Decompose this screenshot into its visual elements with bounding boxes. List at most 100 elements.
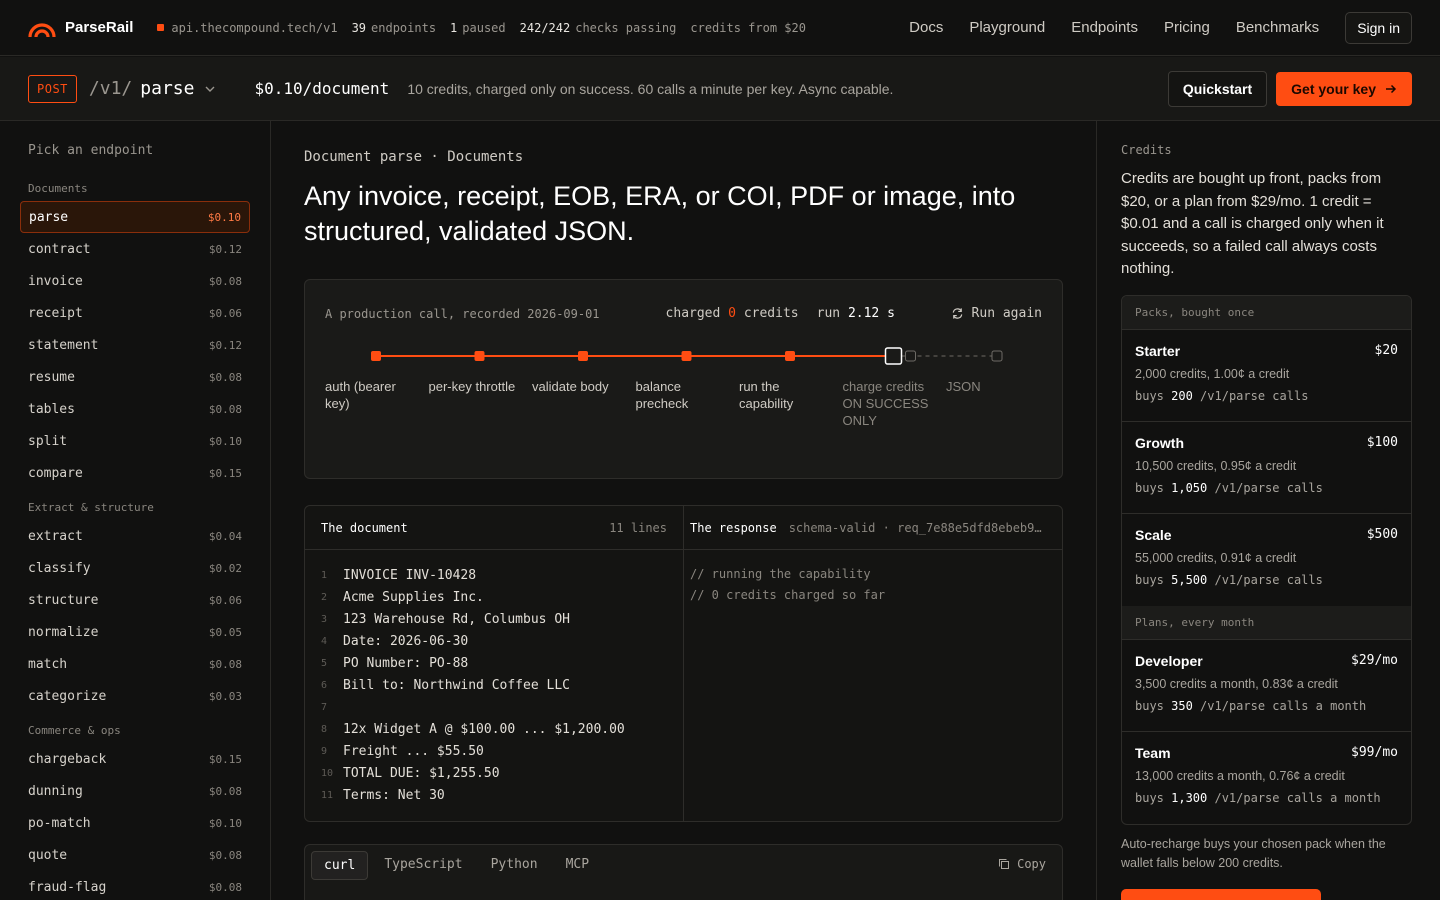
sidebar-item-label: tables [28,401,75,417]
sidebar-item-contract[interactable]: contract $0.12 [20,233,250,265]
sidebar-item-price: $0.06 [208,593,242,607]
sidebar-item-price: $0.04 [208,529,242,543]
plan-name: Scale [1135,526,1172,543]
pipeline-stage-label: JSON [946,379,981,394]
sidebar-item-parse[interactable]: parse $0.10 [20,201,250,233]
nav-playground[interactable]: Playground [969,19,1045,36]
tab-curl[interactable]: curl [311,851,369,880]
pipeline-stage-label: charge credits ON SUCCESS ONLY [842,379,929,428]
code-line: 9 Freight ... $55.50 [321,740,667,762]
plan-amount: $20 [1374,342,1398,358]
copy-button[interactable]: Copy [988,851,1056,877]
quickstart-button[interactable]: Quickstart [1167,70,1268,107]
sidebar-item-compare[interactable]: compare $0.15 [20,457,250,489]
plan-header: Growth $100 [1135,435,1398,451]
plans-team[interactable]: Team $99/mo 13,000 credits a month, 0.76¢ … [1122,732,1411,824]
pipeline-node [884,347,903,365]
plan-buys: buys 200 /v1/parse calls [1135,388,1309,403]
sidebar-item-label: compare [28,465,83,481]
sidebar-item-receipt[interactable]: receipt $0.06 [20,297,250,329]
plan-buys: buys 1,300 /v1/parse calls a month [1135,790,1381,805]
credits-title: Credits [1121,143,1172,157]
sidebar-item-fraud-flag[interactable]: fraud-flag $0.08 [20,871,250,900]
sidebar-item-price: $0.12 [208,242,242,256]
plan-detail: 3,500 credits a month, 0.83¢ a credit [1135,676,1338,691]
code-line: 5 PO Number: PO-88 [321,652,667,674]
arrow-right-icon [1386,84,1397,93]
parserail-logo-icon[interactable] [28,17,56,39]
response-code: // running the capability // 0 credits c… [684,550,1062,620]
line-number: 11 [321,789,334,801]
endpoint-selector[interactable]: /v1/ parse [89,78,217,99]
sidebar-item-label: classify [28,560,91,576]
credits-intro: Credits are bought up front, packs from … [1121,170,1384,277]
sidebar-item-split[interactable]: split $0.10 [20,425,250,457]
brand-name[interactable]: ParseRail [65,19,133,36]
sidebar-item-categorize[interactable]: categorize $0.03 [20,680,250,712]
document-panel-header: The document 11 lines [305,506,683,550]
sidebar-item-dunning[interactable]: dunning $0.08 [20,775,250,807]
sidebar-item-label: match [28,656,68,672]
sidebar-item-price: $0.12 [208,338,242,352]
get-key-button[interactable]: Get your key [1276,71,1412,106]
status-dot-icon [157,24,165,31]
tab-mcp[interactable]: MCP [554,851,601,878]
pipeline-stage-label: run the capability [739,379,794,411]
response-comment: // running the capability [690,567,871,581]
line-text: Date: 2026-06-30 [343,633,469,649]
sidebar-item-quote[interactable]: quote $0.08 [20,839,250,871]
response-status: schema-valid · req_7e88e5dfd8ebeb9… [788,520,1042,535]
sidebar-item-price: $0.05 [208,625,242,639]
pipeline-track [371,347,1003,365]
sidebar-item-classify[interactable]: classify $0.02 [20,552,250,584]
top-nav: ParseRail api.thecompound.tech/v1 39 endp… [0,0,1440,56]
sidebar-item-po-match[interactable]: po-match $0.10 [20,807,250,839]
pipeline-node [578,351,588,361]
stat-checks: 242/242 checks passing [519,20,677,35]
packs-starter[interactable]: Starter $20 2,000 credits, 1.00¢ a credit b… [1122,330,1411,422]
sidebar-item-price: $0.10 [208,816,242,830]
plan-buys: buys 350 /v1/parse calls a month [1135,698,1367,713]
nav-docs[interactable]: Docs [909,19,943,36]
sidebar-item-price: $0.08 [208,657,242,671]
sidebar-item-extract[interactable]: extract $0.04 [20,520,250,552]
plans-developer[interactable]: Developer $29/mo 3,500 credits a month, 0.… [1122,640,1411,732]
pipeline-stage-label: auth (bearer key) [325,379,396,411]
plan-buys: buys 1,050 /v1/parse calls [1135,480,1323,495]
sidebar-group-heading: Extract & structure [28,501,154,514]
line-text: PO Number: PO-88 [343,655,469,671]
sidebar-item-tables[interactable]: tables $0.08 [20,393,250,425]
pipeline-stages: auth (bearer key) per-key throttle validat… [325,344,1025,464]
sidebar-item-label: normalize [28,624,99,640]
plan-header: Team $99/mo [1135,745,1398,761]
sidebar-item-chargeback[interactable]: chargeback $0.15 [20,743,250,775]
sidebar-item-label: chargeback [28,751,107,767]
sidebar-item-invoice[interactable]: invoice $0.08 [20,265,250,297]
pipeline-node-next [905,350,916,362]
tab-typescript[interactable]: TypeScript [372,851,474,878]
run-card: A production call, recorded 2026-09-01 c… [304,279,1063,479]
plans-list: Developer $29/mo 3,500 credits a month, 0.… [1122,640,1411,824]
run-again-button[interactable]: Run again [951,306,1042,321]
sign-in-button[interactable]: Sign in [1345,11,1412,44]
pipeline-node [991,350,1003,362]
packs-scale[interactable]: Scale $500 55,000 credits, 0.91¢ a credit b… [1122,514,1411,606]
packs-growth[interactable]: Growth $100 10,500 credits, 0.95¢ a credit… [1122,422,1411,514]
sidebar-group-heading: Commerce & ops [28,724,121,737]
plan-name: Team [1135,744,1171,761]
page-title: Any invoice, receipt, EOB, ERA, or COI, … [304,181,1016,246]
buy-credits-button[interactable]: Get a key and buy credits [1121,888,1321,900]
sidebar-item-match[interactable]: match $0.08 [20,648,250,680]
packs-heading: Packs, bought once [1122,295,1411,330]
plan-amount: $100 [1366,434,1398,450]
line-number: 3 [321,613,328,625]
nav-benchmarks[interactable]: Benchmarks [1236,19,1319,36]
line-text: 123 Warehouse Rd, Columbus OH [343,611,570,627]
sidebar-item-normalize[interactable]: normalize $0.05 [20,616,250,648]
sidebar-item-resume[interactable]: resume $0.08 [20,361,250,393]
sidebar-item-statement[interactable]: statement $0.12 [20,329,250,361]
tab-python[interactable]: Python [479,851,550,878]
sidebar-item-structure[interactable]: structure $0.06 [20,584,250,616]
nav-endpoints[interactable]: Endpoints [1071,19,1138,36]
nav-pricing[interactable]: Pricing [1164,19,1210,36]
